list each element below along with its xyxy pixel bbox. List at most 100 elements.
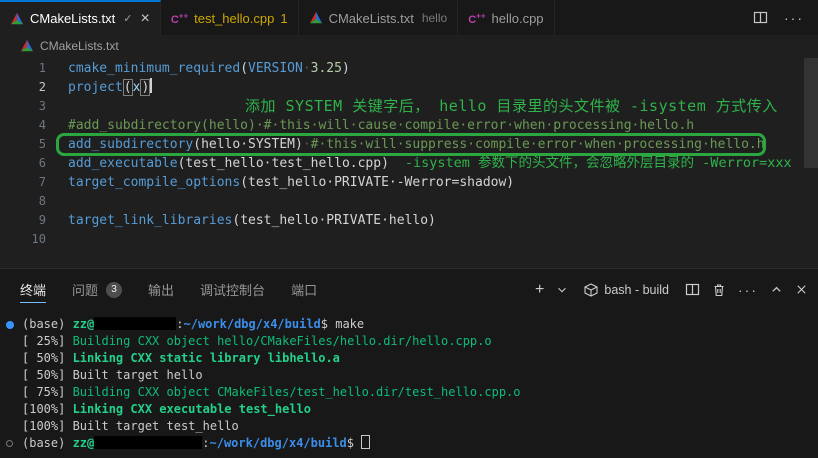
terminal-line: [ 50%] Built target hello xyxy=(0,367,818,384)
code-editor[interactable]: 1 cmake_minimum_required(VERSION·3.25) 2 pr… xyxy=(0,56,818,268)
terminal-text: [ 75%] xyxy=(22,385,73,399)
line-content: project(x) xyxy=(46,78,153,97)
code-token: #·this·will·suppress·compile·error·when·… xyxy=(310,137,765,152)
terminal-output[interactable]: (base) zz@:~/work/dbg/x4/build$ make[ 25… xyxy=(0,310,818,452)
code-line[interactable]: 4 #add_subdirectory(hello)·#·this·will·ca… xyxy=(0,116,818,135)
split-editor-icon[interactable] xyxy=(753,10,768,25)
close-panel-icon[interactable] xyxy=(795,283,808,296)
terminal-line: (base) zz@:~/work/dbg/x4/build$ xyxy=(0,435,818,452)
panel-tab-label: 终端 xyxy=(20,283,47,298)
code-token: cmake_minimum_required xyxy=(68,61,241,76)
code-token: target_link_libraries xyxy=(68,213,233,228)
tab-label: CMakeLists.txt xyxy=(328,10,414,26)
tab-cmakelists-txt-hello[interactable]: CMakeLists.txt hello xyxy=(298,0,459,35)
command-decoration-hollow-icon[interactable] xyxy=(6,440,13,447)
code-token: 3.25 xyxy=(310,61,342,76)
tab-hello-cpp[interactable]: C++ hello.cpp xyxy=(458,0,555,35)
breadcrumb[interactable]: CMakeLists.txt xyxy=(0,35,818,56)
code-token: add_subdirectory xyxy=(68,137,194,152)
new-terminal-button[interactable]: + xyxy=(535,281,544,299)
new-terminal-dropdown-icon[interactable] xyxy=(556,284,568,296)
panel-tab-输出[interactable]: 输出 xyxy=(148,269,174,310)
code-token: ) xyxy=(341,61,350,76)
panel-tab-终端[interactable]: 终端 xyxy=(20,269,47,310)
code-line[interactable]: 6 add_executable(test_hello·test_hello.cp… xyxy=(0,154,818,173)
redaction-block xyxy=(94,436,203,449)
editor-actions: ··· xyxy=(753,0,818,35)
terminal-profile-cube-icon xyxy=(584,282,598,297)
terminal-text: [ 25%] xyxy=(22,334,73,348)
code-line[interactable]: 9 target_link_libraries(test_hello·PRIVAT… xyxy=(0,211,818,230)
code-token: hello·SYSTEM xyxy=(201,137,295,152)
kill-terminal-trash-icon[interactable] xyxy=(712,283,726,297)
tab-check-marker-icon: ✓ xyxy=(123,13,133,25)
terminal-text: Linking CXX executable test_hello xyxy=(72,402,311,416)
editor-scrollbar[interactable] xyxy=(804,58,818,168)
split-terminal-icon[interactable] xyxy=(685,282,700,297)
code-token: ) xyxy=(140,79,151,96)
code-token: add_executable xyxy=(68,156,178,171)
text-cursor xyxy=(150,78,153,93)
code-token: VERSION xyxy=(248,61,303,76)
tab-description: hello xyxy=(421,11,448,25)
code-line[interactable]: 7 target_compile_options(test_hello·PRIVA… xyxy=(0,173,818,192)
line-number: 7 xyxy=(38,175,46,189)
line-content: 添加 SYSTEM 关键字后， hello 目录里的头文件被 -isystem … xyxy=(46,97,778,116)
tab-test-hello-cpp[interactable]: C++ test_hello.cpp 1 xyxy=(160,0,299,35)
code-token: ( xyxy=(240,175,249,190)
terminal-line: (base) zz@:~/work/dbg/x4/build$ make xyxy=(0,316,818,333)
line-content: target_link_libraries(test_hello·PRIVATE… xyxy=(46,211,436,230)
line-number: 4 xyxy=(38,118,46,132)
terminal-text: $ xyxy=(346,436,362,450)
annotation-text: -isystem 参数下的头文件，会忽略外层目录的 -Werror=xxx xyxy=(404,155,792,171)
tab-label: test_hello.cpp xyxy=(194,10,275,26)
code-line[interactable]: 5 add_subdirectory(hello·SYSTEM)·#·this·w… xyxy=(0,135,818,154)
code-line[interactable]: 10 xyxy=(0,230,818,249)
line-content: add_subdirectory(hello·SYSTEM)·#·this·wi… xyxy=(46,135,765,154)
tab-strip: CMakeLists.txt ✓ × C++ test_hello.cpp 1 CMakeL… xyxy=(0,0,555,35)
code-token: ( xyxy=(240,61,249,76)
maximize-panel-chevron-icon[interactable] xyxy=(770,283,783,296)
panel-tab-label: 输出 xyxy=(148,283,175,298)
tab-close-icon[interactable]: × xyxy=(140,10,149,26)
code-line[interactable]: 3 添加 SYSTEM 关键字后， hello 目录里的头文件被 -isystem… xyxy=(0,97,818,116)
cpp-file-icon: C++ xyxy=(468,10,486,26)
terminal-text: zz@ xyxy=(72,436,95,450)
terminal-text: [ 50%] Built target hello xyxy=(22,368,203,382)
terminal-text: Building CXX object hello/CMakeFiles/hel… xyxy=(72,334,492,348)
code-token: test_hello·PRIVATE·hello xyxy=(240,213,429,228)
panel-more-actions-icon[interactable]: ··· xyxy=(738,282,758,298)
terminal-line: [ 50%] Linking CXX static library libhel… xyxy=(0,350,818,367)
code-token: target_compile_options xyxy=(68,175,241,190)
terminal-session-item[interactable]: bash - build xyxy=(584,283,669,297)
terminal-text: Building CXX object CMakeFiles/test_hell… xyxy=(72,385,521,399)
terminal-text: [ 50%] xyxy=(22,351,73,365)
line-content: add_executable(test_hello·test_hello.cpp… xyxy=(46,154,792,173)
code-line[interactable]: 2 project(x) xyxy=(0,78,818,97)
code-line[interactable]: 8 xyxy=(0,192,818,211)
terminal-text: ~/work/dbg/x4/build xyxy=(209,436,347,450)
bottom-panel: 终端 问题 3 输出 调试控制台 端口 + bash - build ··· (… xyxy=(0,268,818,458)
terminal-line: [100%] Linking CXX executable test_hello xyxy=(0,401,818,418)
tab-label: hello.cpp xyxy=(491,10,544,26)
code-line[interactable]: 1 cmake_minimum_required(VERSION·3.25) xyxy=(0,59,818,78)
command-decoration-filled-icon[interactable] xyxy=(6,321,14,329)
line-content xyxy=(46,192,68,211)
panel-tab-label: 调试控制台 xyxy=(200,283,266,298)
panel-tab-label: 端口 xyxy=(291,283,318,298)
line-number: 6 xyxy=(38,156,46,170)
panel-tab-问题[interactable]: 问题 3 xyxy=(72,269,123,310)
line-content xyxy=(46,230,68,249)
line-number: 3 xyxy=(38,99,46,113)
tab-cmakelists-txt-active[interactable]: CMakeLists.txt ✓ × xyxy=(0,0,161,35)
editor-lines: 1 cmake_minimum_required(VERSION·3.25) 2 pr… xyxy=(0,56,818,249)
panel-tab-端口[interactable]: 端口 xyxy=(291,269,317,310)
code-token: · xyxy=(302,61,311,76)
terminal-text: $ make xyxy=(320,317,365,331)
panel-tab-调试控制台[interactable]: 调试控制台 xyxy=(200,269,265,310)
code-token: ) xyxy=(428,213,436,228)
line-number: 10 xyxy=(31,232,46,246)
terminal-text: zz@ xyxy=(72,317,95,331)
more-actions-icon[interactable]: ··· xyxy=(784,10,804,26)
line-number: 9 xyxy=(38,213,46,227)
